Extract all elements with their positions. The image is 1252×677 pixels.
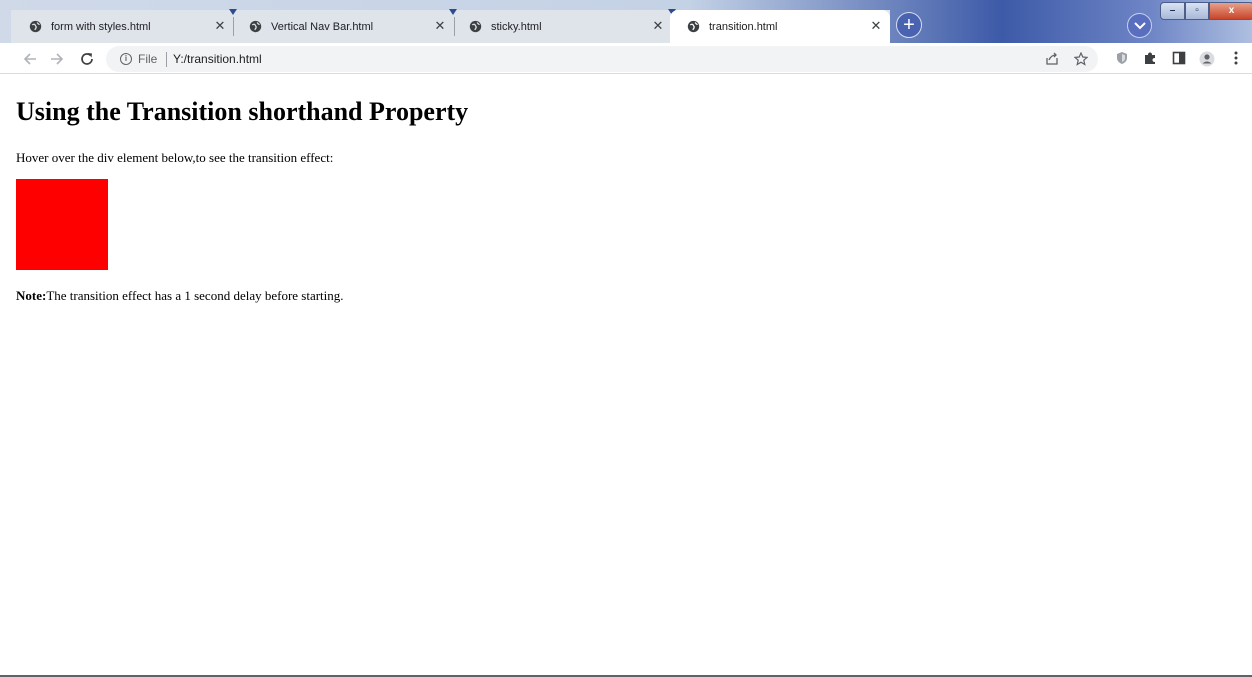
tab-close-icon[interactable]: ✕ — [652, 19, 664, 32]
side-panel-button[interactable] — [1171, 51, 1187, 67]
arrow-right-icon — [51, 53, 64, 65]
tab-label: transition.html — [709, 20, 778, 33]
maximize-button[interactable]: ▫ — [1185, 2, 1209, 20]
arrow-left-icon — [23, 53, 36, 65]
tab-sticky[interactable]: sticky.html ✕ — [452, 10, 670, 43]
info-icon[interactable]: i — [120, 53, 132, 65]
globe-icon — [687, 20, 700, 33]
bookmark-star-icon[interactable] — [1073, 51, 1089, 67]
tab-search-button[interactable] — [1127, 13, 1152, 38]
minimize-button[interactable]: – — [1160, 2, 1185, 20]
page-title: Using the Transition shorthand Property — [16, 97, 469, 126]
tab-vertical-nav-bar[interactable]: Vertical Nav Bar.html ✕ — [232, 10, 452, 43]
intro-paragraph: Hover over the div element below,to see … — [16, 150, 334, 165]
tab-label: Vertical Nav Bar.html — [271, 20, 374, 33]
note-label: Note: — [16, 288, 47, 303]
scheme-chip: File — [138, 52, 158, 66]
tab-transition-active[interactable]: transition.html ✕ — [670, 10, 890, 43]
reload-icon — [81, 53, 93, 65]
tab-close-icon[interactable]: ✕ — [434, 19, 446, 32]
avatar-icon — [1199, 51, 1215, 67]
omnibox-divider — [166, 52, 167, 67]
tab-close-icon[interactable]: ✕ — [214, 19, 226, 32]
share-icon[interactable] — [1044, 51, 1060, 67]
share-arrow-icon — [1046, 52, 1058, 65]
extensions-button[interactable] — [1142, 51, 1158, 67]
chevron-down-icon — [1134, 22, 1146, 30]
profile-button[interactable] — [1199, 51, 1215, 67]
tab-label: sticky.html — [491, 20, 542, 33]
address-bar[interactable]: i File Y:/transition.html — [106, 46, 1098, 72]
note-paragraph: Note:The transition effect has a 1 secon… — [16, 288, 344, 304]
star-icon — [1073, 51, 1089, 66]
menu-button[interactable] — [1228, 51, 1244, 67]
reload-button[interactable] — [77, 49, 97, 69]
tab-label: form with styles.html — [51, 20, 151, 33]
url-text[interactable]: Y:/transition.html — [173, 52, 262, 66]
globe-icon — [249, 20, 262, 33]
tab-close-icon[interactable]: ✕ — [870, 19, 882, 32]
new-tab-button[interactable]: + — [896, 12, 922, 38]
close-window-button[interactable]: x — [1209, 2, 1252, 20]
puzzle-icon — [1145, 52, 1155, 64]
kebab-menu-icon — [1234, 51, 1238, 65]
globe-icon — [29, 20, 42, 33]
extension-shield-icon[interactable] — [1114, 51, 1130, 67]
back-button[interactable] — [20, 49, 40, 69]
window-controls: – ▫ x — [1160, 2, 1252, 20]
note-text: The transition effect has a 1 second del… — [46, 288, 344, 303]
browser-toolbar: i File Y:/transition.html — [0, 43, 1252, 74]
transition-demo-box[interactable] — [16, 179, 108, 270]
side-panel-icon — [1172, 51, 1186, 65]
forward-button[interactable] — [47, 49, 67, 69]
page-viewport: Using the Transition shorthand Property … — [0, 75, 1252, 676]
shield-icon — [1117, 52, 1127, 64]
globe-icon — [469, 20, 482, 33]
tab-form-with-styles[interactable]: form with styles.html ✕ — [12, 10, 232, 43]
